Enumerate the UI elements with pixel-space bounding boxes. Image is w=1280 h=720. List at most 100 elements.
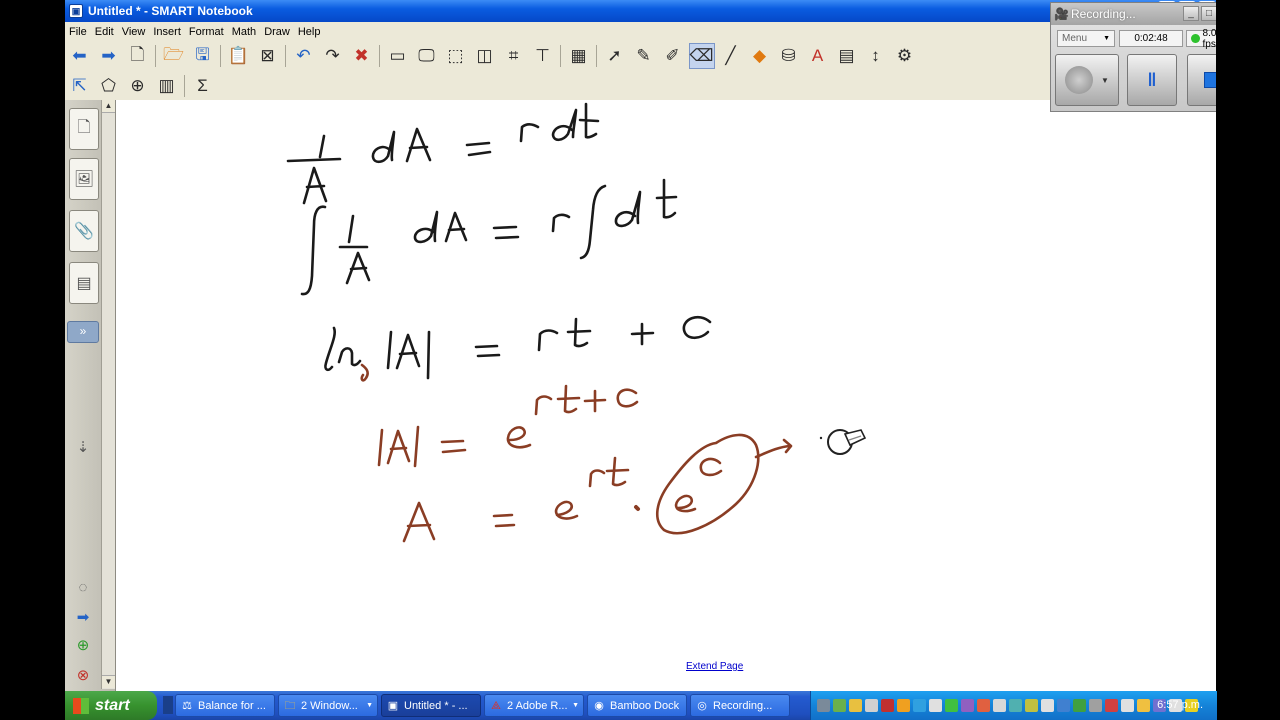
tray-icon[interactable] — [1057, 699, 1070, 712]
line-icon[interactable]: ╱ — [718, 43, 744, 69]
smart-notebook-icon: ▣ — [387, 699, 399, 712]
screen-shade-icon[interactable]: ▭ — [385, 43, 411, 69]
tray-icon[interactable] — [929, 699, 942, 712]
move-tab-icon[interactable]: ⇣ — [73, 438, 93, 458]
redo-icon[interactable]: ↷ — [320, 43, 346, 69]
open-icon[interactable]: 🗁 — [161, 43, 187, 69]
tray-icon[interactable] — [881, 699, 894, 712]
start-button[interactable]: start — [65, 691, 157, 720]
ink-stroke — [413, 210, 439, 244]
shapes-icon[interactable]: ◆ — [747, 43, 773, 69]
page-sorter-tab[interactable]: 🗋 — [69, 108, 99, 150]
tray-icon[interactable] — [897, 699, 910, 712]
tray-icon[interactable] — [849, 699, 862, 712]
menu-edit[interactable]: Edit — [91, 26, 118, 38]
menu-draw[interactable]: Draw — [260, 26, 294, 38]
menu-insert[interactable]: Insert — [149, 26, 185, 38]
extend-page-link[interactable]: Extend Page — [686, 661, 743, 672]
measurement-icon[interactable]: ⊕ — [125, 73, 151, 99]
task-smart-notebook[interactable]: ▣ Untitled * - ... — [381, 694, 481, 717]
quick-launch-icon[interactable] — [163, 696, 173, 714]
magic-pen-icon[interactable]: ⇱ — [67, 73, 93, 99]
start-label: start — [95, 696, 130, 714]
ink-stroke — [386, 429, 411, 465]
side-scrollbar[interactable]: ▲ ▼ — [101, 100, 115, 689]
stop-button[interactable] — [1187, 54, 1216, 106]
ink-stroke — [300, 205, 327, 296]
undo-icon[interactable]: ↶ — [291, 43, 317, 69]
task-balance[interactable]: ⚖ Balance for ... — [175, 694, 275, 717]
tray-icon[interactable] — [1041, 699, 1054, 712]
menu-format[interactable]: Format — [185, 26, 228, 38]
dual-page-icon[interactable]: ◫ — [472, 43, 498, 69]
page-move-icon[interactable]: ➡ — [73, 608, 93, 628]
delete-page-icon[interactable]: ⊠ — [255, 43, 281, 69]
text-icon[interactable]: A — [805, 43, 831, 69]
table-icon[interactable]: ▦ — [566, 43, 592, 69]
status-dot-icon — [1191, 34, 1200, 43]
tray-icon[interactable] — [1073, 699, 1086, 712]
save-icon[interactable]: 🖫 — [190, 43, 216, 69]
add-page-icon[interactable]: ⊕ — [73, 636, 93, 656]
tray-icon[interactable] — [1137, 699, 1150, 712]
tray-icon[interactable] — [913, 699, 926, 712]
capture-icon[interactable]: ⌗ — [501, 43, 527, 69]
tray-icon[interactable] — [817, 699, 830, 712]
auto-hide-icon[interactable]: ◌ — [73, 578, 93, 598]
back-icon[interactable]: ⬅ — [67, 43, 93, 69]
new-page-icon[interactable]: 🗋 — [125, 43, 151, 69]
tray-icon[interactable] — [833, 699, 846, 712]
tray-icon[interactable] — [993, 699, 1006, 712]
forward-icon[interactable]: ➡ — [96, 43, 122, 69]
document-camera-icon[interactable]: ⊤ — [530, 43, 556, 69]
scroll-up-icon[interactable]: ▲ — [102, 100, 115, 113]
recorder-minimize-button[interactable]: _ — [1183, 6, 1199, 21]
eraser-icon[interactable]: ⌫ — [688, 43, 715, 69]
task-windows[interactable]: 🗀 2 Window... ▼ — [278, 694, 378, 717]
recorder-maximize-button[interactable]: □ — [1201, 6, 1216, 21]
menu-view[interactable]: View — [118, 26, 150, 38]
transparent-bg-icon[interactable]: ⬚ — [443, 43, 469, 69]
task-bamboo-dock[interactable]: ◉ Bamboo Dock — [587, 694, 687, 717]
properties-icon[interactable]: ▤ — [834, 43, 860, 69]
right-border — [1216, 0, 1280, 720]
customize-icon[interactable]: ⚙ — [892, 43, 918, 69]
record-button[interactable]: ▼ — [1055, 54, 1119, 106]
recorder-mode-select[interactable]: Menu ▼ — [1057, 30, 1115, 47]
attachments-tab[interactable]: 📎 — [69, 210, 99, 252]
clock: 6:57 p.m. — [1157, 699, 1203, 711]
pause-button[interactable]: ‖ — [1127, 54, 1177, 106]
task-recording[interactable]: ◎ Recording... — [690, 694, 790, 717]
tray-icon[interactable] — [977, 699, 990, 712]
properties-tab[interactable]: ▤ — [69, 262, 99, 304]
scroll-down-icon[interactable]: ▼ — [102, 675, 115, 688]
whiteboard-canvas[interactable]: Extend Page — [116, 100, 1216, 691]
tray-icon[interactable] — [1089, 699, 1102, 712]
move-toolbar-icon[interactable]: ↕ — [863, 43, 889, 69]
fill-icon[interactable]: ⛁ — [776, 43, 802, 69]
windows-logo-icon — [73, 697, 89, 714]
tray-icon[interactable] — [1105, 699, 1118, 712]
delete-icon[interactable]: ✖ — [349, 43, 375, 69]
table-tool-icon[interactable]: ▥ — [154, 73, 180, 99]
math-sigma-icon[interactable]: Σ — [190, 73, 216, 99]
delete-page-side-icon[interactable]: ⊗ — [73, 666, 93, 686]
pen-icon[interactable]: ✎ — [631, 43, 657, 69]
select-icon[interactable]: ➚ — [602, 43, 628, 69]
gallery-tab[interactable]: 🖼 — [69, 158, 99, 200]
paste-icon[interactable]: 📋 — [226, 43, 252, 69]
menu-help[interactable]: Help — [294, 26, 325, 38]
menu-math[interactable]: Math — [228, 26, 260, 38]
tray-icon[interactable] — [945, 699, 958, 712]
tray-icon[interactable] — [961, 699, 974, 712]
tray-icon[interactable] — [1009, 699, 1022, 712]
tray-icon[interactable] — [1121, 699, 1134, 712]
full-screen-icon[interactable]: 🖵 — [414, 43, 440, 69]
collapse-panel-button[interactable]: » — [67, 321, 99, 343]
menu-file[interactable]: File — [65, 26, 91, 38]
creative-pen-icon[interactable]: ✐ — [660, 43, 686, 69]
shape-recognition-icon[interactable]: ⬠ — [96, 73, 122, 99]
task-adobe-reader[interactable]: ⟁ 2 Adobe R... ▼ — [484, 694, 584, 717]
tray-icon[interactable] — [1025, 699, 1038, 712]
tray-icon[interactable] — [865, 699, 878, 712]
